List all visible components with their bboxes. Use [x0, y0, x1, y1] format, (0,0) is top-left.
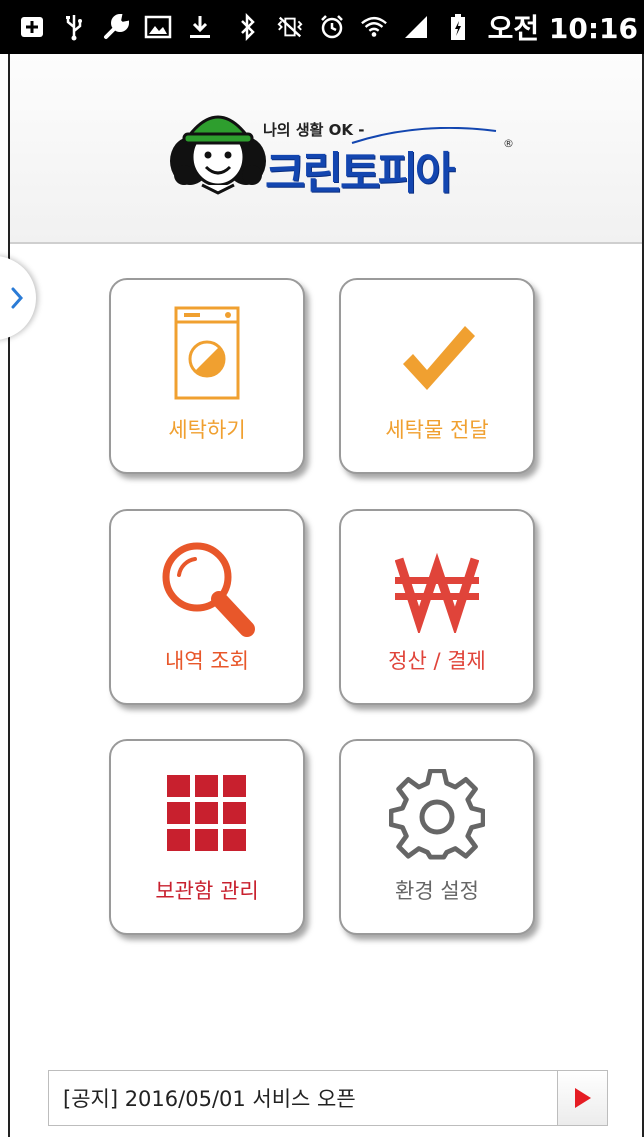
won-icon	[395, 552, 479, 633]
side-drawer-toggle[interactable]	[0, 256, 36, 340]
wrench-icon	[102, 13, 130, 41]
usb-icon	[60, 13, 88, 41]
notice-next-button[interactable]	[557, 1071, 607, 1125]
battery-icon	[444, 13, 472, 41]
menu-tile-label: 세탁하기	[168, 418, 246, 442]
menu-tile-label: 정산 / 결제	[388, 649, 486, 673]
menu-tile-label: 세탁물 전달	[385, 418, 489, 442]
status-bar: 오전 10:16	[0, 0, 644, 54]
play-arrow-icon	[574, 1088, 591, 1108]
add-box-icon	[18, 13, 46, 41]
menu-tile-label: 보관함 관리	[155, 879, 259, 903]
notice-text[interactable]: [공지] 2016/05/01 서비스 오픈	[49, 1083, 557, 1113]
menu-tile-locker[interactable]: 보관함 관리	[109, 739, 305, 935]
menu-tile-laundry[interactable]: 세탁하기	[109, 278, 305, 474]
gear-icon	[389, 769, 485, 860]
mascot-icon	[170, 115, 266, 195]
status-bar-right: 오전 10:16	[234, 7, 638, 47]
wifi-icon	[360, 13, 388, 41]
chevron-right-icon	[11, 287, 24, 309]
menu-tile-deliver[interactable]: 세탁물 전달	[339, 278, 535, 474]
vibrate-icon	[276, 13, 304, 41]
logo-swoosh-icon	[351, 127, 497, 144]
checkmark-icon	[403, 326, 475, 390]
washing-machine-icon	[174, 306, 240, 400]
magnifier-icon	[162, 542, 255, 637]
status-time: 오전 10:16	[487, 12, 638, 45]
alarm-icon	[318, 13, 346, 41]
locker-grid-icon	[167, 775, 246, 851]
notice-bar[interactable]: [공지] 2016/05/01 서비스 오픈	[48, 1070, 608, 1126]
bluetooth-icon	[234, 13, 262, 41]
menu-tile-label: 내역 조회	[165, 649, 249, 673]
menu-tile-history[interactable]: 내역 조회	[109, 509, 305, 705]
image-icon	[144, 13, 172, 41]
menu-tile-label: 환경 설정	[395, 879, 479, 903]
registered-mark-icon: ®	[503, 137, 514, 150]
download-icon	[186, 13, 214, 41]
status-bar-left	[18, 13, 214, 41]
signal-icon	[402, 13, 430, 41]
app-header: 나의 생활 OK - 크린토피아 ®	[10, 54, 642, 244]
menu-tile-payment[interactable]: 정산 / 결제	[339, 509, 535, 705]
menu-tile-settings[interactable]: 환경 설정	[339, 739, 535, 935]
brand-logo: 나의 생활 OK - 크린토피아 ®	[170, 101, 514, 241]
